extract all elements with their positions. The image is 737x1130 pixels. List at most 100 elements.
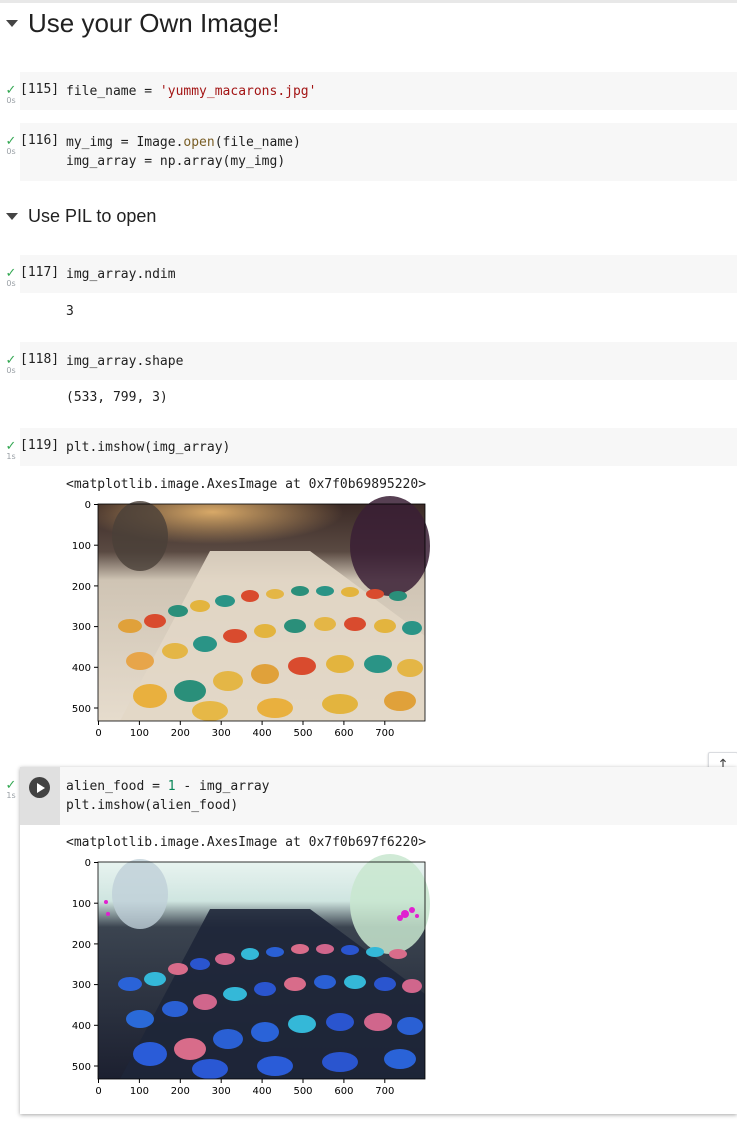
execution-count: [116] <box>20 133 60 148</box>
section-title: Use PIL to open <box>28 206 157 226</box>
svg-text:500: 500 <box>293 728 312 739</box>
svg-text:700: 700 <box>375 728 394 739</box>
svg-text:700: 700 <box>375 1086 394 1097</box>
run-status: ✓ 1s <box>3 779 19 800</box>
y-axis: 0 100 200 300 400 500 <box>72 858 98 1073</box>
code-cell[interactable]: [119] plt.imshow(img_array) <box>20 428 737 466</box>
x-tick: 100 <box>130 721 149 739</box>
svg-text:100: 100 <box>130 1086 149 1097</box>
x-tick: 400 <box>253 1079 272 1097</box>
x-tick: 300 <box>212 721 231 739</box>
run-status: ✓ 1s <box>3 440 19 461</box>
section-heading-sub[interactable]: Use PIL to open <box>6 206 156 227</box>
section-title: Use your Own Image! <box>28 8 280 38</box>
code-editor[interactable]: plt.imshow(img_array) <box>66 438 230 457</box>
y-tick: 100 <box>72 541 98 552</box>
y-tick: 200 <box>72 940 98 951</box>
svg-text:0: 0 <box>85 500 91 511</box>
collapse-caret-icon[interactable] <box>6 20 18 27</box>
y-tick: 200 <box>72 582 98 593</box>
run-cell-button[interactable] <box>29 777 50 798</box>
run-status: ✓ 0s <box>3 84 19 105</box>
y-tick: 500 <box>72 704 98 715</box>
svg-text:0: 0 <box>95 1086 101 1097</box>
image-content <box>98 854 430 1079</box>
execution-count: [115] <box>20 82 60 97</box>
x-tick: 700 <box>375 1079 394 1097</box>
svg-text:100: 100 <box>130 728 149 739</box>
execution-count: [117] <box>20 265 60 280</box>
execution-count: [118] <box>20 352 60 367</box>
cell-output: <matplotlib.image.AxesImage at 0x7f0b697… <box>66 835 427 850</box>
y-tick: 400 <box>72 1021 98 1032</box>
code-cell[interactable]: [115] file_name = 'yummy_macarons.jpg' <box>20 72 737 110</box>
x-tick: 600 <box>334 721 353 739</box>
svg-text:100: 100 <box>72 541 91 552</box>
svg-text:200: 200 <box>171 1086 190 1097</box>
cell-output: 3 <box>66 304 74 319</box>
y-tick: 100 <box>72 899 98 910</box>
svg-text:600: 600 <box>334 1086 353 1097</box>
svg-text:500: 500 <box>72 704 91 715</box>
svg-text:100: 100 <box>72 899 91 910</box>
section-heading-main[interactable]: Use your Own Image! <box>6 8 279 39</box>
svg-text:500: 500 <box>293 1086 312 1097</box>
svg-text:500: 500 <box>72 1062 91 1073</box>
cell-output: <matplotlib.image.AxesImage at 0x7f0b698… <box>66 477 427 492</box>
x-tick: 0 <box>95 721 102 739</box>
svg-text:200: 200 <box>171 728 190 739</box>
x-tick: 500 <box>293 721 313 739</box>
svg-text:0: 0 <box>85 858 91 869</box>
x-tick: 200 <box>171 721 190 739</box>
y-axis: 0 100 200 300 400 500 <box>72 500 98 715</box>
code-cell[interactable]: [116] my_img = Image.open(file_name) img… <box>20 123 737 181</box>
svg-text:200: 200 <box>72 940 91 951</box>
svg-text:400: 400 <box>72 1021 91 1032</box>
svg-text:200: 200 <box>72 582 91 593</box>
run-status: ✓ 0s <box>3 267 19 288</box>
run-status: ✓ 0s <box>3 354 19 375</box>
image-content <box>98 496 430 721</box>
x-tick: 0 <box>95 1079 102 1097</box>
svg-text:400: 400 <box>253 728 272 739</box>
svg-text:300: 300 <box>72 622 91 633</box>
y-tick: 0 <box>85 858 98 869</box>
svg-text:400: 400 <box>72 663 91 674</box>
code-cell[interactable]: [118] img_array.shape <box>20 342 737 380</box>
collapse-caret-icon[interactable] <box>6 213 18 220</box>
svg-text:300: 300 <box>212 728 231 739</box>
execution-count: [119] <box>20 438 60 453</box>
run-status: ✓ 0s <box>3 135 19 156</box>
y-tick: 500 <box>72 1062 98 1073</box>
svg-text:600: 600 <box>334 728 353 739</box>
x-tick: 500 <box>293 1079 313 1097</box>
code-editor[interactable]: file_name = 'yummy_macarons.jpg' <box>66 82 316 101</box>
x-axis: 0 100 200 300 400 500 600 700 <box>95 721 394 739</box>
x-tick: 300 <box>212 1079 231 1097</box>
x-tick: 100 <box>130 1079 149 1097</box>
top-border <box>0 0 737 3</box>
svg-text:300: 300 <box>72 980 91 991</box>
svg-text:300: 300 <box>212 1086 231 1097</box>
x-tick: 600 <box>334 1079 353 1097</box>
code-cell[interactable]: [117] img_array.ndim <box>20 255 737 293</box>
x-axis: 0 100 200 300 400 500 600 700 <box>95 1079 394 1097</box>
y-tick: 300 <box>72 980 98 991</box>
x-tick: 700 <box>375 721 394 739</box>
y-tick: 0 <box>85 500 98 511</box>
image-plot-original: 0 100 200 300 400 500 600 700 0 100 200 … <box>72 496 430 739</box>
code-editor[interactable]: alien_food = 1 - img_array plt.imshow(al… <box>66 777 270 815</box>
x-tick: 200 <box>171 1079 190 1097</box>
play-icon <box>36 782 45 793</box>
y-tick: 300 <box>72 622 98 633</box>
image-plot-inverted: 0 100 200 300 400 500 600 700 0 100 200 … <box>72 854 430 1097</box>
x-tick: 400 <box>253 721 272 739</box>
svg-text:400: 400 <box>253 1086 272 1097</box>
code-editor[interactable]: img_array.shape <box>66 352 183 371</box>
code-editor[interactable]: my_img = Image.open(file_name) img_array… <box>66 133 301 171</box>
svg-text:0: 0 <box>95 728 101 739</box>
code-editor[interactable]: img_array.ndim <box>66 265 176 284</box>
y-tick: 400 <box>72 663 98 674</box>
cell-gutter <box>20 767 60 825</box>
cell-output: (533, 799, 3) <box>66 390 168 405</box>
